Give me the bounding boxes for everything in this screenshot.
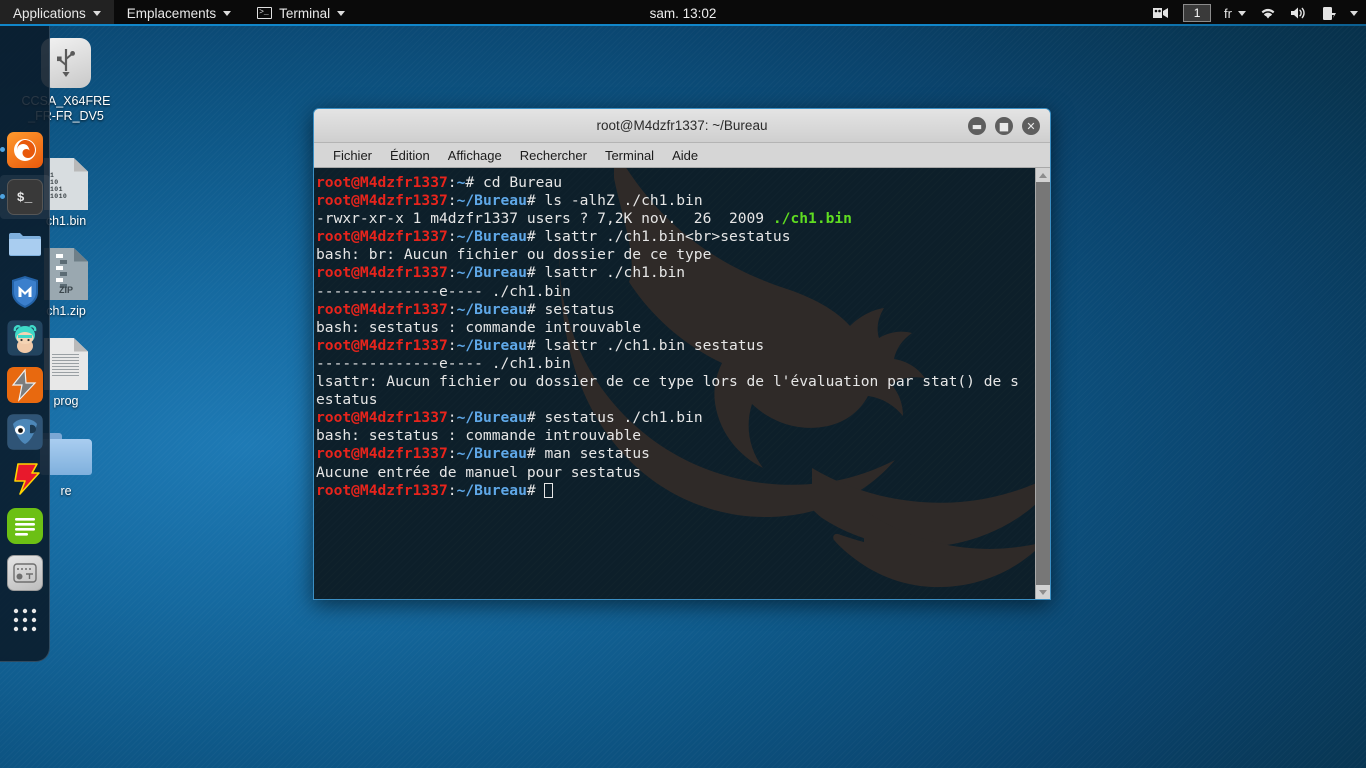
menu-applications-label: Applications — [13, 5, 86, 21]
menu-emplacements[interactable]: Emplacements — [114, 0, 244, 26]
desktop-icon-label: prog — [53, 394, 79, 408]
terminal-scrollbar[interactable] — [1035, 168, 1050, 599]
dock-item-faraday[interactable] — [7, 461, 43, 497]
dock-item-beef[interactable] — [6, 414, 43, 450]
running-indicator-dot — [0, 147, 5, 152]
terminal-body: root@M4dzfr1337:~# cd Bureau root@M4dzfr1… — [314, 168, 1050, 599]
maximize-icon[interactable]: ■ — [995, 117, 1013, 135]
dock-item-armitage[interactable] — [6, 320, 43, 356]
scroll-up-arrow-icon[interactable] — [1036, 168, 1050, 182]
window-title-bar[interactable]: root@M4dzfr1337: ~/Bureau ▬ ■ ✕ — [314, 109, 1050, 143]
wifi-icon[interactable] — [1259, 6, 1277, 20]
terminal-menu-bar: Fichier Édition Affichage Rechercher Ter… — [314, 143, 1050, 168]
scroll-down-arrow-icon[interactable] — [1036, 585, 1050, 599]
window-buttons: ▬ ■ ✕ — [968, 109, 1040, 143]
system-tray: 1 fr — [1152, 0, 1358, 26]
terminal-icon: $_ — [6, 179, 43, 215]
menu-emplacements-label: Emplacements — [126, 5, 217, 21]
battery-icon[interactable] — [1321, 6, 1337, 21]
faraday-f-icon — [7, 461, 43, 497]
grid-apps-icon — [7, 602, 43, 638]
folder-icon — [7, 226, 43, 262]
desktop-icon-label: ch1.zip — [46, 304, 86, 318]
chevron-down-icon — [223, 10, 232, 16]
language-label: fr — [1224, 5, 1232, 21]
chevron-down-icon — [1350, 10, 1358, 16]
screencast-icon[interactable] — [1152, 6, 1170, 20]
favorites-dock: $_ — [0, 26, 50, 662]
menu-fichier[interactable]: Fichier — [324, 145, 381, 166]
menu-terminal-window[interactable]: >_ Terminal — [244, 0, 358, 26]
chevron-down-icon — [1238, 10, 1246, 16]
language-indicator[interactable]: fr — [1224, 6, 1246, 21]
dock-item-settings[interactable] — [6, 555, 43, 591]
menu-aide[interactable]: Aide — [663, 145, 707, 166]
chevron-down-icon — [92, 10, 101, 16]
scrollbar-track[interactable] — [1036, 182, 1050, 585]
dock-item-metasploit[interactable] — [7, 273, 43, 309]
settings-gear-icon — [6, 555, 43, 591]
close-icon[interactable]: ✕ — [1022, 117, 1040, 135]
firefox-icon — [6, 132, 43, 168]
terminal-screen[interactable]: root@M4dzfr1337:~# cd Bureau root@M4dzfr1… — [314, 168, 1035, 599]
dock-item-firefox[interactable] — [0, 132, 43, 168]
dock-item-text-editor[interactable] — [6, 508, 43, 544]
scrollbar-thumb[interactable] — [1036, 182, 1050, 585]
menu-affichage[interactable]: Affichage — [439, 145, 511, 166]
tray-menu-chevron[interactable] — [1350, 10, 1358, 16]
terminal-icon: >_ — [257, 7, 273, 19]
menu-terminal[interactable]: Terminal — [596, 145, 663, 166]
beef-cow-icon — [6, 414, 43, 450]
terminal-window: root@M4dzfr1337: ~/Bureau ▬ ■ ✕ Fichier … — [313, 108, 1051, 600]
panel-accent-line — [0, 24, 1366, 26]
window-title: root@M4dzfr1337: ~/Bureau — [596, 118, 768, 133]
armitage-icon — [6, 320, 43, 356]
terminal-output: root@M4dzfr1337:~# cd Bureau root@M4dzfr1… — [316, 174, 1019, 499]
menu-rechercher[interactable]: Rechercher — [511, 145, 596, 166]
top-panel: Applications Emplacements >_ Terminal sa… — [0, 0, 1366, 26]
menu-terminal-label: Terminal — [279, 5, 331, 21]
running-indicator-dot — [0, 194, 5, 199]
menu-edition[interactable]: Édition — [381, 145, 439, 166]
text-editor-icon — [6, 508, 43, 544]
chevron-down-icon — [337, 10, 346, 16]
metasploit-shield-icon — [7, 273, 43, 309]
workspace-indicator[interactable]: 1 — [1183, 4, 1212, 22]
volume-icon[interactable] — [1290, 6, 1308, 20]
desktop-icon-label: re — [60, 484, 72, 498]
dock-item-terminal[interactable]: $_ — [0, 175, 50, 219]
dock-item-files[interactable] — [7, 226, 43, 262]
burpsuite-icon — [6, 367, 43, 403]
menu-applications[interactable]: Applications — [0, 0, 114, 26]
desktop-icon-label: ch1.bin — [45, 214, 87, 228]
dock-item-show-applications[interactable] — [7, 602, 43, 638]
dock-item-burpsuite[interactable] — [6, 367, 43, 403]
minimize-icon[interactable]: ▬ — [968, 117, 986, 135]
